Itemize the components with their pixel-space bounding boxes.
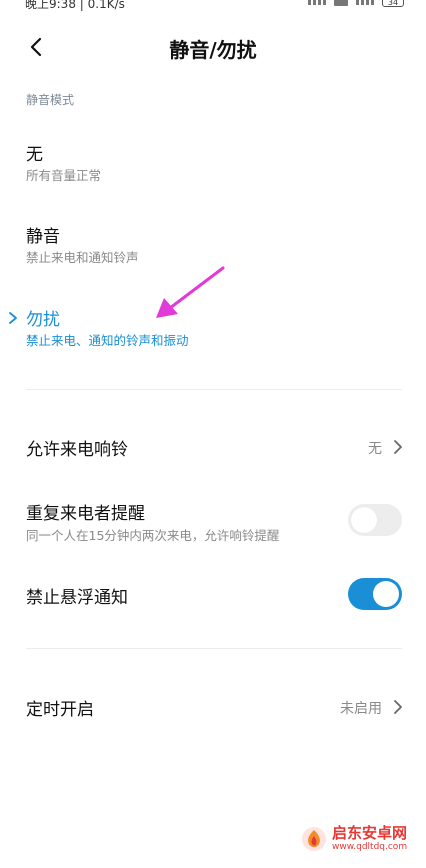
annotation-arrow-icon bbox=[156, 266, 225, 318]
mode-title: 无 bbox=[26, 145, 43, 165]
watermark-logo-icon bbox=[302, 827, 326, 851]
signal-icon bbox=[308, 0, 326, 5]
status-icons: 34 bbox=[308, 0, 404, 7]
schedule-label: 定时开启 bbox=[26, 700, 94, 720]
allow-calls-value: 无 bbox=[368, 441, 382, 457]
toggle-knob bbox=[373, 581, 399, 607]
chevron-right-icon bbox=[394, 440, 402, 454]
watermark: 启东安卓网 www.qdltdq.com bbox=[300, 825, 407, 853]
chevron-right-icon bbox=[394, 700, 402, 714]
battery-icon: 34 bbox=[382, 0, 404, 7]
divider bbox=[26, 648, 402, 649]
mode-option-none[interactable]: 无 所有音量正常 bbox=[0, 130, 426, 200]
schedule-value: 未启用 bbox=[340, 701, 382, 717]
divider bbox=[26, 389, 402, 390]
repeat-callers-subtitle: 同一个人在15分钟内两次来电，允许响铃提醒 bbox=[26, 528, 280, 543]
status-time-speed: 晚上9:38 | 0.1K/s bbox=[25, 0, 125, 11]
repeat-callers-label: 重复来电者提醒 bbox=[26, 504, 145, 524]
toggle-knob bbox=[351, 507, 377, 533]
page-title: 静音/勿扰 bbox=[169, 38, 257, 62]
schedule-row[interactable]: 定时开启 未启用 bbox=[0, 685, 426, 730]
status-bar: 晚上9:38 | 0.1K/s 34 bbox=[0, 0, 426, 14]
block-floating-row: 禁止悬浮通知 bbox=[0, 575, 426, 615]
signal-icon-2 bbox=[356, 0, 374, 5]
hd-icon bbox=[334, 0, 348, 6]
selected-chevron-icon bbox=[9, 312, 17, 324]
allow-calls-row[interactable]: 允许来电响铃 无 bbox=[0, 425, 426, 470]
watermark-name: 启东安卓网 bbox=[332, 824, 408, 842]
block-floating-toggle[interactable] bbox=[348, 578, 402, 610]
section-label-mute-mode: 静音模式 bbox=[26, 93, 75, 107]
allow-calls-label: 允许来电响铃 bbox=[26, 440, 128, 460]
watermark-text: 启东安卓网 www.qdltdq.com bbox=[332, 825, 407, 853]
watermark-url: www.qdltdq.com bbox=[332, 842, 408, 852]
repeat-callers-toggle[interactable] bbox=[348, 504, 402, 536]
mode-title: 静音 bbox=[26, 227, 60, 247]
mode-subtitle: 禁止来电和通知铃声 bbox=[26, 250, 139, 265]
mode-title: 勿扰 bbox=[26, 310, 60, 330]
mode-subtitle: 所有音量正常 bbox=[26, 168, 102, 183]
repeat-callers-row: 重复来电者提醒 同一个人在15分钟内两次来电，允许响铃提醒 bbox=[0, 495, 426, 550]
mode-subtitle: 禁止来电、通知的铃声和振动 bbox=[26, 333, 189, 348]
header: 静音/勿扰 bbox=[0, 22, 426, 74]
block-floating-label: 禁止悬浮通知 bbox=[26, 588, 128, 608]
